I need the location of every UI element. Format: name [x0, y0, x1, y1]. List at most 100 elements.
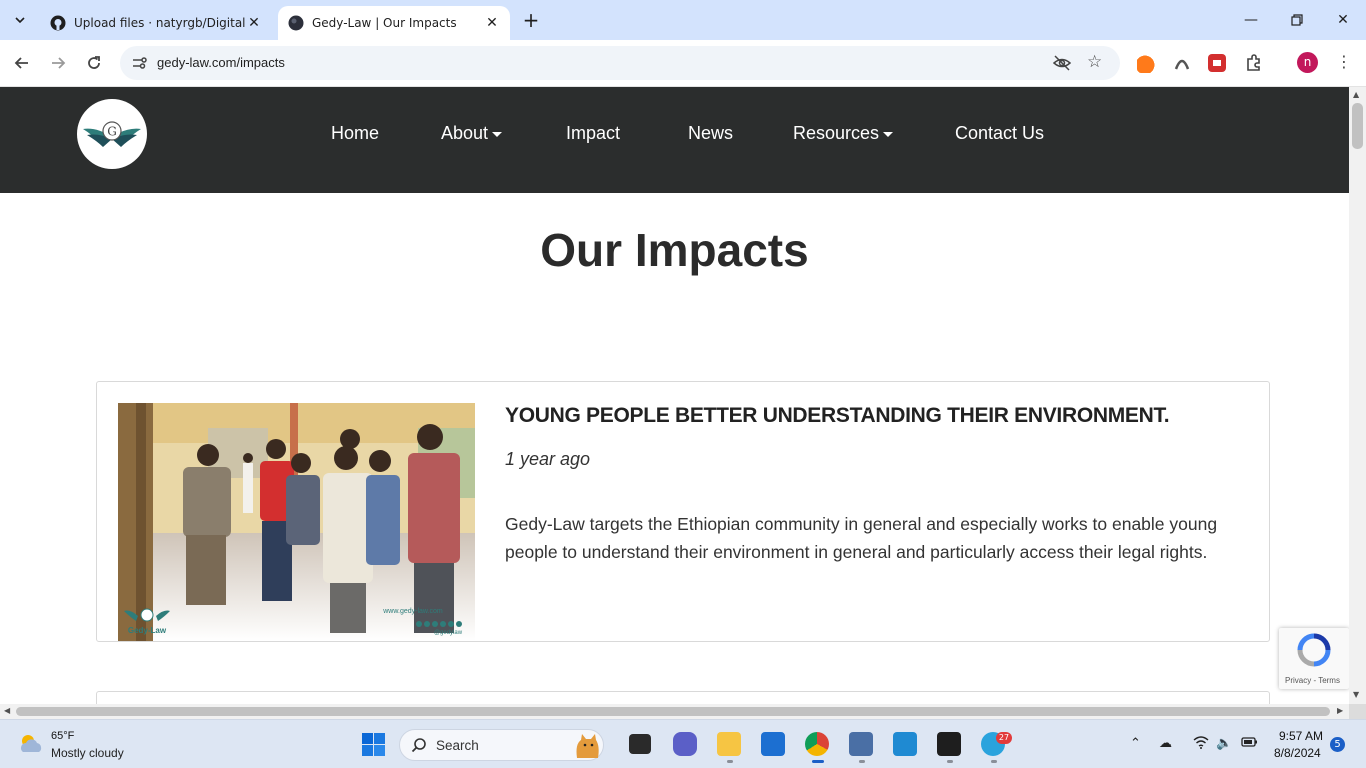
- scroll-right-icon[interactable]: ▶: [1337, 706, 1343, 715]
- app-running-indicator: [727, 760, 733, 763]
- microsoft-store-icon[interactable]: [761, 732, 785, 756]
- url-text[interactable]: gedy-law.com/impacts: [157, 55, 285, 70]
- tab-title: Gedy-Law | Our Impacts: [312, 16, 457, 30]
- nav-resources[interactable]: Resources: [793, 123, 894, 144]
- search-label: Search: [436, 738, 479, 753]
- main-navigation: Home About Impact News Resources Contact…: [0, 87, 1349, 193]
- teams-chat-icon[interactable]: [673, 732, 697, 756]
- impact-card: Gedy-Law www.gedy-law.com @gedylaw YOUNG…: [96, 381, 1270, 642]
- nav-label: Impact: [566, 123, 621, 143]
- card-date: 1 year ago: [505, 449, 591, 469]
- caret-down-icon: [883, 131, 894, 137]
- weather-description[interactable]: Mostly cloudy: [51, 746, 124, 760]
- recaptcha-badge[interactable]: Privacy - Terms: [1279, 628, 1349, 689]
- scrollbar-corner: [1349, 704, 1366, 719]
- taskbar-search-box[interactable]: Search: [399, 729, 604, 761]
- scroll-thumb[interactable]: [1352, 103, 1363, 149]
- terminal-icon[interactable]: [937, 732, 961, 756]
- extension-red-icon[interactable]: [1208, 54, 1226, 72]
- nav-impact[interactable]: Impact: [566, 123, 620, 144]
- file-explorer-icon[interactable]: [717, 732, 741, 756]
- back-icon[interactable]: [10, 51, 34, 75]
- extension-arc-icon[interactable]: [1172, 53, 1192, 73]
- tab-github[interactable]: Upload files · natyrgb/Digital-La ✕: [40, 6, 272, 40]
- vscode-icon[interactable]: [893, 732, 917, 756]
- scroll-up-icon[interactable]: ▲: [1353, 90, 1359, 99]
- reload-icon[interactable]: [82, 51, 106, 75]
- show-hidden-icons-icon[interactable]: ⌃: [1130, 736, 1141, 751]
- clock-date[interactable]: 8/8/2024: [1274, 746, 1321, 760]
- cat-search-highlight-icon: [576, 734, 599, 758]
- extensions-puzzle-icon[interactable]: [1244, 53, 1264, 73]
- chrome-icon[interactable]: [805, 732, 829, 756]
- forward-icon[interactable]: [46, 51, 70, 75]
- github-icon: [50, 15, 66, 31]
- battery-icon[interactable]: [1241, 736, 1258, 752]
- volume-icon[interactable]: 🔈: [1216, 736, 1232, 751]
- app-active-indicator: [812, 760, 824, 763]
- close-tab-icon[interactable]: ✕: [246, 15, 262, 31]
- tab-search-button[interactable]: [8, 8, 32, 32]
- nav-label: Home: [331, 123, 380, 143]
- bookmark-star-icon[interactable]: ☆: [1087, 52, 1102, 72]
- nav-home[interactable]: Home: [331, 123, 379, 144]
- restore-icon[interactable]: [1274, 0, 1320, 40]
- app-running-indicator: [859, 760, 865, 763]
- svg-text:www.gedy-law.com: www.gedy-law.com: [382, 608, 443, 615]
- nav-label: Contact Us: [955, 123, 1045, 143]
- impact-photo[interactable]: Gedy-Law www.gedy-law.com @gedylaw: [118, 403, 475, 641]
- tab-strip: Upload files · natyrgb/Digital-La ✕ Gedy…: [0, 0, 1366, 40]
- vertical-scrollbar[interactable]: ▲ ▼: [1349, 87, 1366, 704]
- extension-orange-icon[interactable]: [1137, 53, 1157, 73]
- nav-about[interactable]: About: [441, 123, 503, 144]
- app-running-indicator: [991, 760, 997, 763]
- notification-badge[interactable]: 5: [1330, 737, 1345, 752]
- site-navbar: G Home About Impact News Resources Conta…: [0, 87, 1349, 193]
- new-tab-button[interactable]: +: [520, 9, 542, 31]
- site-settings-icon[interactable]: [130, 54, 148, 72]
- app-running-indicator: [947, 760, 953, 763]
- tab-title: Upload files · natyrgb/Digital-La: [74, 16, 246, 30]
- eye-off-icon[interactable]: [1053, 54, 1071, 72]
- card-title[interactable]: YOUNG PEOPLE BETTER UNDERSTANDING THEIR …: [505, 404, 1170, 428]
- svg-text:@gedylaw: @gedylaw: [434, 630, 463, 636]
- profile-avatar[interactable]: n: [1297, 52, 1318, 73]
- nav-contact-us[interactable]: Contact Us: [955, 123, 1044, 144]
- windows-start-icon[interactable]: [362, 733, 385, 756]
- address-bar[interactable]: gedy-law.com/impacts ☆: [120, 46, 1120, 80]
- remote-desktop-icon[interactable]: [849, 732, 873, 756]
- nav-label: About: [441, 123, 489, 143]
- nav-label: News: [688, 123, 734, 143]
- telegram-unread-badge: 27: [996, 732, 1012, 744]
- svg-text:Gedy-Law: Gedy-Law: [128, 626, 167, 635]
- task-view-icon[interactable]: [629, 734, 651, 754]
- tab-gedy-law[interactable]: Gedy-Law | Our Impacts ✕: [278, 6, 510, 40]
- card-body: Gedy-Law targets the Ethiopian community…: [505, 514, 1218, 562]
- recaptcha-links[interactable]: Privacy - Terms: [1285, 676, 1340, 685]
- weather-cloudy-icon[interactable]: [17, 732, 45, 756]
- onedrive-cloud-icon[interactable]: ☁: [1159, 736, 1172, 751]
- nav-label: Resources: [793, 123, 880, 143]
- scroll-thumb[interactable]: [16, 707, 1330, 716]
- page-viewport: G Home About Impact News Resources Conta…: [0, 87, 1349, 704]
- impact-card-next: [96, 691, 1270, 704]
- recaptcha-logo-icon: [1297, 633, 1331, 667]
- caret-down-icon: [492, 131, 503, 137]
- scroll-down-icon[interactable]: ▼: [1353, 690, 1359, 699]
- close-tab-icon[interactable]: ✕: [484, 15, 500, 31]
- search-icon: [411, 738, 426, 753]
- nav-news[interactable]: News: [688, 123, 733, 144]
- horizontal-scrollbar[interactable]: ◀ ▶: [0, 704, 1349, 719]
- clock-time[interactable]: 9:57 AM: [1279, 729, 1323, 743]
- wifi-icon[interactable]: [1193, 736, 1209, 753]
- windows-taskbar: 65°F Mostly cloudy Search 27 ⌃ ☁ 🔈 9:57 …: [0, 719, 1366, 768]
- minimize-icon[interactable]: —: [1228, 0, 1274, 40]
- weather-temperature[interactable]: 65°F: [51, 730, 74, 742]
- scroll-left-icon[interactable]: ◀: [4, 706, 10, 715]
- site-favicon-icon: [288, 15, 304, 31]
- browser-menu-icon[interactable]: ⋮: [1336, 52, 1352, 71]
- chevron-down-icon: [15, 17, 25, 24]
- browser-toolbar: gedy-law.com/impacts ☆: [0, 40, 1366, 87]
- close-window-icon[interactable]: ✕: [1320, 0, 1366, 40]
- page-title: Our Impacts: [540, 224, 809, 276]
